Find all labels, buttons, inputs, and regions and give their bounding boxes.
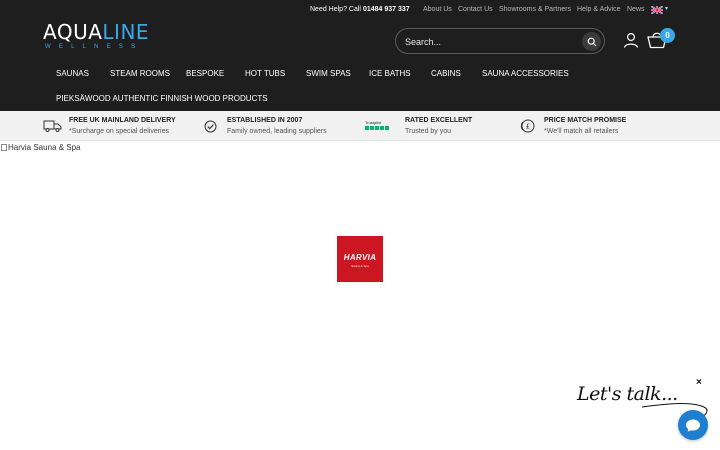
site-logo[interactable]: AQUALINE WELLNESS [43, 22, 149, 50]
basket-count-badge[interactable]: 0 [660, 28, 675, 43]
top-link-contact-us[interactable]: Contact Us [458, 6, 493, 13]
check-circle-icon [204, 120, 217, 133]
top-link-help-advice[interactable]: Help & Advice [577, 6, 621, 13]
trustpilot-label: Trustpilot [365, 120, 382, 125]
nav-item-sauna-accessories[interactable]: SAUNA ACCESSORIES [482, 69, 569, 78]
top-link-showrooms-partners[interactable]: Showrooms & Partners [499, 6, 571, 13]
nav-item-steam-rooms[interactable]: STEAM ROOMS [110, 69, 170, 78]
help-phone-link[interactable]: 01484 937 337 [363, 6, 410, 13]
usp-subtitle: *Surcharge on special deliveries [69, 128, 169, 135]
logo-text-aqua: AQUA [43, 20, 103, 44]
hero-image-broken: Harvia Sauna & Spa [1, 143, 81, 152]
top-link-news[interactable]: News [627, 6, 645, 13]
nav-item-ice-baths[interactable]: ICE BATHS [369, 69, 411, 78]
usp-title: PRICE MATCH PROMISE [544, 117, 627, 124]
chat-launcher-button[interactable] [678, 410, 708, 440]
harvia-logo-name: HARVIA [343, 253, 377, 262]
search-box [395, 28, 605, 54]
usp-title: ESTABLISHED IN 2007 [227, 117, 303, 124]
top-bar: Need Help? Call 01484 937 337 About Us C… [0, 0, 720, 20]
pound-coin-icon: £ [520, 119, 535, 133]
usp-title: RATED EXCELLENT [405, 117, 473, 124]
chat-bubble-icon [686, 419, 700, 432]
usp-subtitle: Family owned, leading suppliers [227, 128, 327, 135]
uk-flag-icon[interactable] [651, 6, 663, 14]
broken-image-icon [1, 144, 7, 151]
search-icon [587, 37, 596, 46]
harvia-logo[interactable]: HARVIA Sauna & Spa [337, 236, 383, 282]
help-label: Need Help? Call [310, 6, 361, 13]
search-button[interactable] [582, 32, 601, 51]
search-input[interactable] [405, 34, 565, 49]
chevron-down-icon[interactable]: ▾ [665, 5, 668, 12]
usp-subtitle: Trusted by you [405, 128, 452, 135]
chat-close-button[interactable]: × [696, 377, 702, 388]
hero-image-alt-text: Harvia Sauna & Spa [8, 143, 81, 152]
help-line: Need Help? Call 01484 937 337 [310, 6, 410, 13]
logo-text-line: LINE [102, 20, 150, 44]
trustpilot-icon: Trustpilot [365, 120, 391, 132]
nav-item-hot-tubs[interactable]: HOT TUBS [245, 69, 285, 78]
nav-item-swim-spas[interactable]: SWIM SPAS [306, 69, 351, 78]
nav-item-bespoke[interactable]: BESPOKE [186, 69, 224, 78]
usp-title: FREE UK MAINLAND DELIVERY [69, 117, 176, 124]
nav-item-cabins[interactable]: CABINS [431, 69, 461, 78]
usp-subtitle: *We'll match all retailers [544, 128, 619, 135]
svg-text:£: £ [526, 123, 530, 131]
harvia-logo-tagline: Sauna & Spa [351, 264, 369, 268]
nav-item-saunas[interactable]: SAUNAS [56, 69, 89, 78]
usp-bar: FREE UK MAINLAND DELIVERY *Surcharge on … [0, 111, 720, 141]
delivery-truck-icon [43, 120, 62, 132]
top-link-about-us[interactable]: About Us [423, 6, 452, 13]
nav-item-pieksawood[interactable]: PIEKSÄWOOD AUTHENTIC FINNISH WOOD PRODUC… [56, 94, 268, 103]
logo-tagline: WELLNESS [45, 44, 144, 50]
user-account-icon[interactable] [623, 32, 639, 48]
site-header: Need Help? Call 01484 937 337 About Us C… [0, 0, 720, 111]
